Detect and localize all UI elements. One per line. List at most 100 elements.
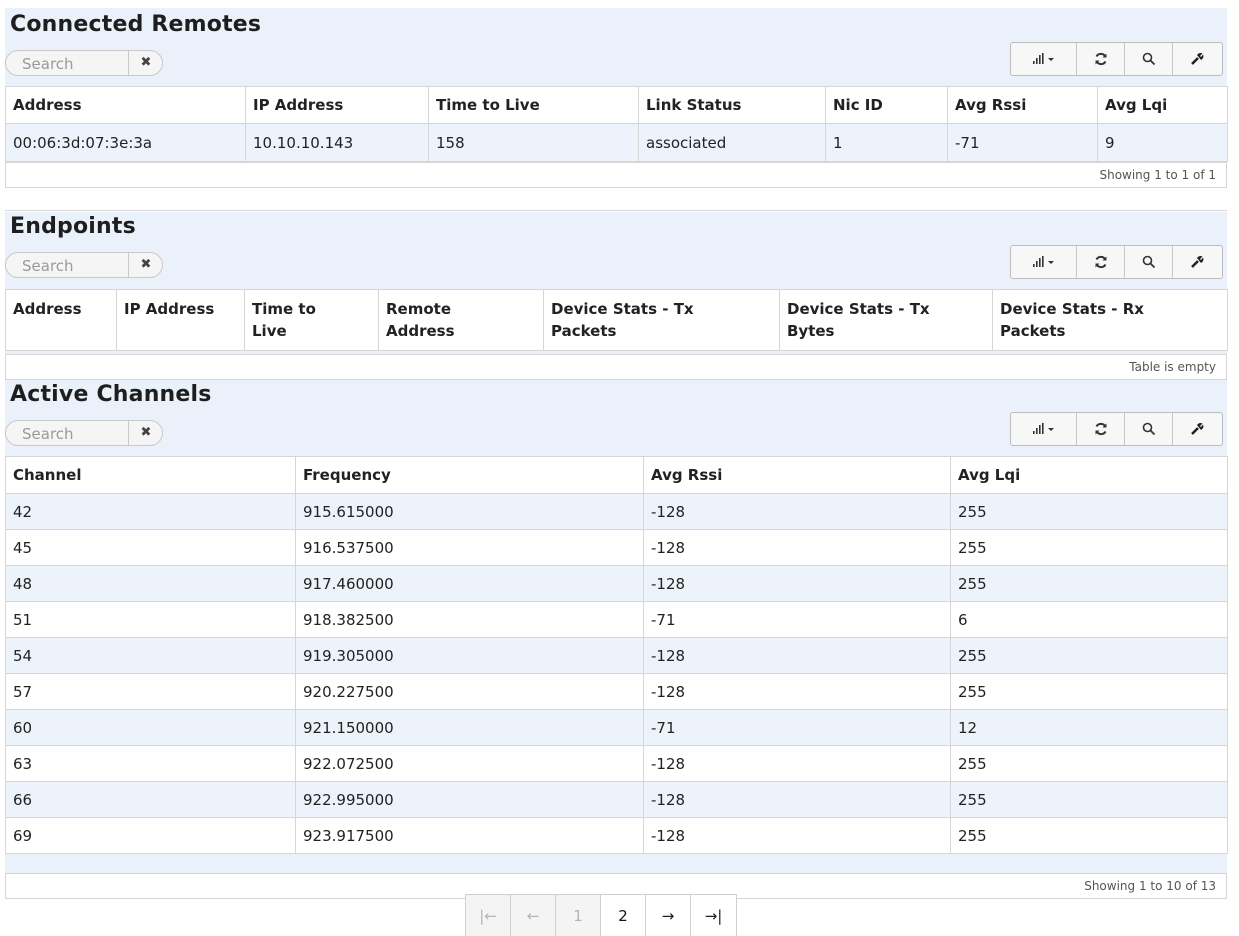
table-cell: 42 [5, 493, 296, 530]
remotes-table: Address IP Address Time to Live Link Sta… [5, 86, 1228, 162]
table-cell: 10.10.10.143 [245, 123, 429, 162]
previous-page-button[interactable]: ← [511, 895, 556, 936]
table-cell: 6 [950, 601, 1228, 638]
column-header[interactable]: Avg Lqi [1097, 86, 1228, 124]
refresh-button[interactable] [1077, 246, 1125, 278]
magnifier-icon [1142, 255, 1155, 269]
table-cell: 57 [5, 673, 296, 710]
next-page-button[interactable]: → [646, 895, 691, 936]
channels-table: Channel Frequency Avg Rssi Avg Lqi 42 915… [5, 456, 1228, 854]
table-cell: -128 [643, 745, 951, 782]
search-button[interactable] [1125, 413, 1173, 445]
column-header[interactable]: Avg Rssi [643, 456, 951, 494]
table-cell: 255 [950, 817, 1228, 854]
column-header[interactable]: Avg Rssi [947, 86, 1098, 124]
table-cell: 60 [5, 709, 296, 746]
endpoints-footer-info: Table is empty [5, 354, 1227, 380]
column-header[interactable]: Time to Live [428, 86, 639, 124]
table-cell: 917.460000 [295, 565, 644, 602]
column-header[interactable]: Device Stats - Tx Packets [543, 289, 780, 351]
table-cell: 255 [950, 745, 1228, 782]
column-header[interactable]: Address [5, 86, 246, 124]
settings-button[interactable] [1173, 43, 1221, 75]
table-cell: 54 [5, 637, 296, 674]
refresh-icon [1095, 255, 1106, 269]
table-cell: 63 [5, 745, 296, 782]
pagination: |← ← 1 2 → →| [465, 894, 737, 936]
magnifier-icon [1142, 52, 1155, 66]
table-cell: -71 [643, 601, 951, 638]
column-header[interactable]: Channel [5, 456, 296, 494]
table-cell: 255 [950, 493, 1228, 530]
column-header[interactable]: Device Stats - Rx Packets [992, 289, 1228, 351]
table-cell: 922.072500 [295, 745, 644, 782]
table-row[interactable]: 54 919.305000 -128 255 [5, 637, 1228, 674]
column-header[interactable]: Time to Live [244, 289, 379, 351]
table-cell: 255 [950, 565, 1228, 602]
remotes-search-input[interactable]: Search ✖ [5, 50, 163, 76]
remotes-toolbar [1010, 42, 1223, 76]
endpoints-toolbar [1010, 245, 1223, 279]
columns-button[interactable] [1011, 43, 1077, 75]
table-cell: 923.917500 [295, 817, 644, 854]
table-row[interactable]: 45 916.537500 -128 255 [5, 529, 1228, 566]
table-row[interactable]: 69 923.917500 -128 255 [5, 817, 1228, 854]
column-header[interactable]: Nic ID [825, 86, 948, 124]
column-header[interactable]: Frequency [295, 456, 644, 494]
active-channels-title: Active Channels [10, 382, 212, 407]
endpoints-search-input[interactable]: Search ✖ [5, 252, 163, 278]
table-row[interactable]: 63 922.072500 -128 255 [5, 745, 1228, 782]
channels-search-input[interactable]: Search ✖ [5, 420, 163, 446]
table-row[interactable]: 66 922.995000 -128 255 [5, 781, 1228, 818]
table-row[interactable]: 57 920.227500 -128 255 [5, 673, 1228, 710]
column-header[interactable]: Link Status [638, 86, 826, 124]
settings-button[interactable] [1173, 246, 1221, 278]
table-cell: 255 [950, 529, 1228, 566]
table-header-row: Channel Frequency Avg Rssi Avg Lqi [5, 456, 1228, 494]
search-button[interactable] [1125, 246, 1173, 278]
table-cell: 66 [5, 781, 296, 818]
table-cell: 12 [950, 709, 1228, 746]
table-cell: 48 [5, 565, 296, 602]
column-header[interactable]: Remote Address [378, 289, 544, 351]
table-row[interactable]: 00:06:3d:07:3e:3a 10.10.10.143 158 assoc… [5, 123, 1228, 162]
column-header[interactable]: Avg Lqi [950, 456, 1228, 494]
first-page-button[interactable]: |← [466, 895, 511, 936]
table-cell: 69 [5, 817, 296, 854]
columns-chart-icon [1032, 256, 1054, 267]
table-row[interactable]: 48 917.460000 -128 255 [5, 565, 1228, 602]
table-row[interactable]: 51 918.382500 -71 6 [5, 601, 1228, 638]
clear-icon[interactable]: ✖ [128, 253, 163, 277]
columns-button[interactable] [1011, 246, 1077, 278]
columns-chart-icon [1032, 423, 1054, 434]
clear-icon[interactable]: ✖ [128, 51, 163, 75]
columns-button[interactable] [1011, 413, 1077, 445]
page-1-button[interactable]: 1 [556, 895, 601, 936]
table-cell: 916.537500 [295, 529, 644, 566]
table-cell: 255 [950, 673, 1228, 710]
remotes-footer-info: Showing 1 to 1 of 1 [5, 162, 1227, 188]
column-header[interactable]: Address [5, 289, 117, 351]
refresh-button[interactable] [1077, 413, 1125, 445]
column-header[interactable]: Device Stats - Tx Bytes [779, 289, 993, 351]
table-row[interactable]: 60 921.150000 -71 12 [5, 709, 1228, 746]
column-header[interactable]: IP Address [116, 289, 245, 351]
channels-toolbar [1010, 412, 1223, 446]
search-placeholder: Search [22, 425, 74, 443]
refresh-icon [1095, 422, 1106, 436]
columns-chart-icon [1032, 53, 1054, 64]
last-page-button[interactable]: →| [691, 895, 736, 936]
table-row[interactable]: 42 915.615000 -128 255 [5, 493, 1228, 530]
endpoints-table: Address IP Address Time to Live Remote Add… [5, 289, 1228, 351]
table-cell: -128 [643, 493, 951, 530]
refresh-button[interactable] [1077, 43, 1125, 75]
clear-icon[interactable]: ✖ [128, 421, 163, 445]
search-placeholder: Search [22, 257, 74, 275]
table-cell: 920.227500 [295, 673, 644, 710]
settings-button[interactable] [1173, 413, 1221, 445]
table-cell: 922.995000 [295, 781, 644, 818]
page-2-button[interactable]: 2 [601, 895, 646, 936]
column-header[interactable]: IP Address [245, 86, 429, 124]
search-button[interactable] [1125, 43, 1173, 75]
table-cell: 45 [5, 529, 296, 566]
